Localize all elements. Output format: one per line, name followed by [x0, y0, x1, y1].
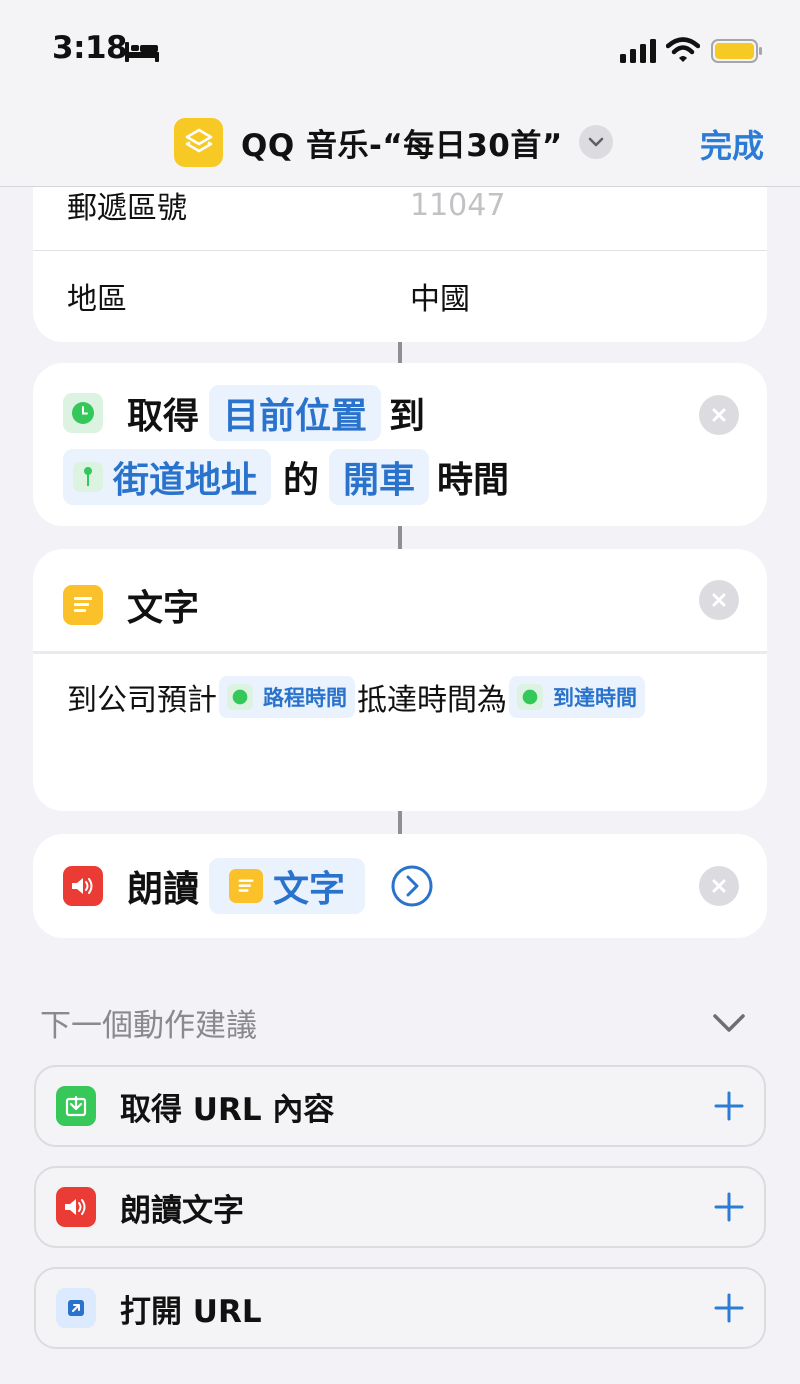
travel-time-variable-label: 路程時間	[263, 686, 347, 710]
done-button[interactable]: 完成	[700, 121, 764, 167]
suggestions-header: 下一個動作建議	[40, 1008, 257, 1044]
arrival-time-variable[interactable]: 到達時間	[509, 676, 645, 718]
text-doc-icon	[229, 869, 264, 903]
text-content-field[interactable]: 到公司預計 路程時間 抵達時間為 到達時間	[67, 675, 737, 719]
wifi-icon	[666, 37, 700, 62]
open-url-icon	[56, 1288, 96, 1328]
clock-icon	[227, 684, 253, 710]
speaker-icon	[63, 866, 103, 906]
status-time: 3:18	[52, 30, 128, 66]
remove-travel-action-button[interactable]	[699, 395, 739, 435]
suggestion-label: 打開 URL	[120, 1293, 262, 1330]
suggestion-label: 取得 URL 內容	[120, 1091, 335, 1128]
text-doc-icon	[63, 585, 103, 625]
action-connector	[398, 526, 402, 549]
chevron-right-circle-icon[interactable]	[391, 865, 433, 907]
speak-input-token-label: 文字	[273, 869, 346, 910]
suggestion-speak-text[interactable]: 朗讀文字	[34, 1166, 766, 1248]
clock-icon	[63, 393, 103, 433]
speaker-icon	[56, 1187, 96, 1227]
action-connector	[398, 342, 402, 363]
text-body-prefix: 到公司預計	[67, 683, 217, 718]
speak-verb: 朗讀	[127, 869, 200, 910]
suggestion-label: 朗讀文字	[120, 1192, 244, 1229]
postal-code-label: 郵遞區號	[67, 191, 187, 226]
text-action-title: 文字	[127, 588, 200, 629]
shortcut-title-button[interactable]: QQ 音乐-“每日30首”	[174, 116, 613, 168]
speak-text-action: 朗讀 文字	[33, 834, 767, 938]
text-action: 文字 到公司預計 路程時間 抵達時間為 到達時間	[33, 549, 767, 811]
suggestion-get-url-contents[interactable]: 取得 URL 內容	[34, 1065, 766, 1147]
sleep-focus-icon	[125, 42, 159, 62]
travel-line-2: 街道地址 的 開車 時間	[63, 449, 509, 505]
location-pin-icon	[73, 462, 103, 492]
shortcuts-app-icon	[174, 117, 223, 167]
battery-icon	[711, 39, 762, 63]
navigation-bar: 3:18 QQ 音乐-“每日30首” 完成	[0, 0, 800, 187]
travel-line-1: 取得 目前位置 到	[63, 385, 425, 441]
mode-token[interactable]: 開車	[329, 449, 430, 505]
chevron-down-icon[interactable]	[712, 1012, 746, 1034]
remove-text-action-button[interactable]	[699, 580, 739, 620]
region-label: 地區	[67, 281, 127, 317]
get-travel-time-action: 取得 目前位置 到 街道地址 的 開車 時間	[33, 363, 767, 526]
cellular-signal-icon	[620, 39, 656, 63]
speak-input-token[interactable]: 文字	[209, 858, 366, 914]
travel-of-word: 的	[283, 460, 320, 501]
destination-token[interactable]: 街道地址	[63, 449, 272, 505]
text-body-middle: 抵達時間為	[357, 683, 507, 718]
add-icon[interactable]	[714, 1293, 744, 1323]
divider	[33, 651, 767, 654]
remove-speak-action-button[interactable]	[699, 866, 739, 906]
travel-verb: 取得	[127, 396, 200, 437]
suggestion-open-url[interactable]: 打開 URL	[34, 1267, 766, 1349]
download-icon	[56, 1086, 96, 1126]
add-icon[interactable]	[714, 1091, 744, 1121]
add-icon[interactable]	[714, 1192, 744, 1222]
postal-code-value[interactable]: 11047	[410, 188, 505, 223]
text-action-header: 文字	[63, 579, 199, 631]
shortcut-title: QQ 音乐-“每日30首”	[241, 127, 563, 164]
speak-line: 朗讀 文字	[63, 858, 433, 914]
travel-result-word: 時間	[437, 460, 510, 501]
region-value[interactable]: 中國	[410, 274, 470, 318]
region-row[interactable]: 地區 中國	[33, 250, 767, 340]
clock-icon	[517, 684, 543, 710]
origin-token[interactable]: 目前位置	[209, 385, 382, 441]
travel-time-variable[interactable]: 路程時間	[219, 676, 355, 718]
arrival-time-variable-label: 到達時間	[553, 686, 637, 710]
destination-token-label: 街道地址	[113, 460, 258, 501]
chevron-down-icon[interactable]	[578, 125, 613, 159]
travel-to-word: 到	[389, 396, 426, 437]
action-connector	[398, 811, 402, 834]
